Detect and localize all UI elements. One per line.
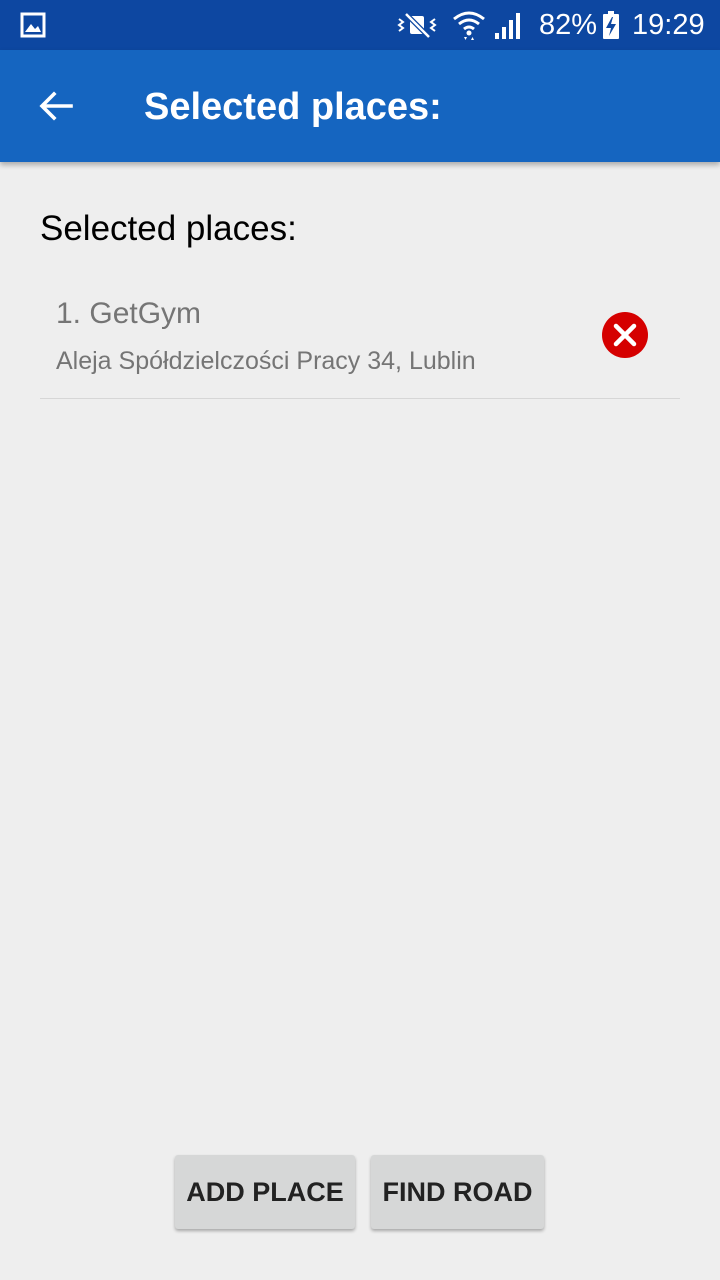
battery-percentage: 82%	[539, 9, 598, 41]
section-heading: Selected places:	[40, 209, 297, 248]
mute-vibrate-icon	[397, 12, 437, 39]
wifi-icon	[453, 11, 485, 40]
remove-circle-icon[interactable]	[601, 311, 649, 359]
find-road-button[interactable]: FIND ROAD	[371, 1155, 544, 1229]
gallery-icon	[20, 12, 46, 38]
place-name: 1. GetGym	[56, 297, 202, 330]
battery-charging-icon	[603, 11, 619, 39]
app-bar: Selected places:	[0, 50, 720, 162]
place-address: Aleja Spółdzielczości Pracy 34, Lublin	[56, 347, 476, 375]
clock: 19:29	[632, 9, 705, 41]
back-arrow-icon	[39, 91, 73, 121]
status-bar: 82% 19:29	[0, 0, 720, 50]
back-button[interactable]	[28, 74, 84, 138]
add-place-button[interactable]: ADD PLACE	[175, 1155, 355, 1229]
cellular-signal-icon	[495, 13, 520, 39]
list-item[interactable]: 1. GetGym Aleja Spółdzielczości Pracy 34…	[40, 276, 680, 399]
page-title: Selected places:	[144, 86, 442, 128]
